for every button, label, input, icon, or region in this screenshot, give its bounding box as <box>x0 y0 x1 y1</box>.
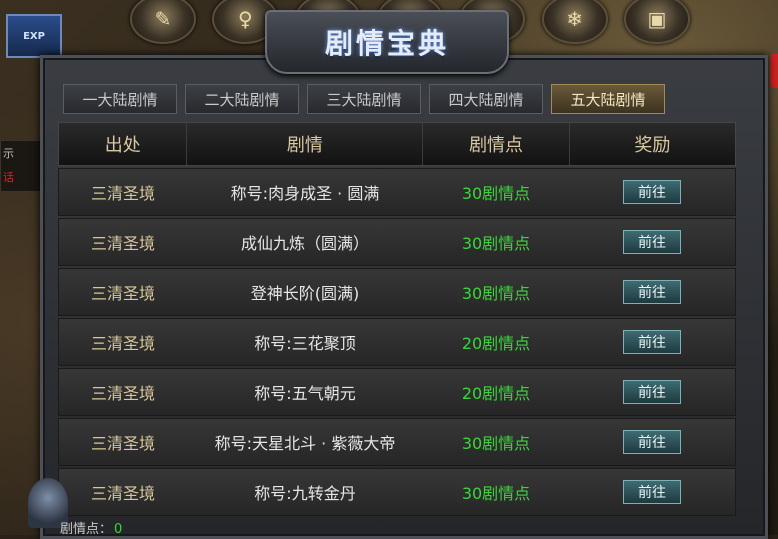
scroll-icon[interactable]: ✎ <box>130 0 196 44</box>
exp-icon[interactable]: EXP <box>6 14 62 58</box>
row-story: 称号:天星北斗 · 紫薇大帝 <box>214 434 396 453</box>
go-button[interactable]: 前往 <box>623 480 681 504</box>
go-button[interactable]: 前往 <box>623 230 681 254</box>
continent-tabs: 一大陆剧情 二大陆剧情 三大陆剧情 四大陆剧情 五大陆剧情 <box>63 84 665 114</box>
row-reward-cell: 前往 <box>569 369 735 415</box>
tab-continent-3[interactable]: 三大陆剧情 <box>307 84 421 114</box>
header-points: 剧情点 <box>423 123 570 165</box>
table-row: 三清圣境 称号:天星北斗 · 紫薇大帝 30剧情点 前往 <box>58 418 736 466</box>
tab-continent-4[interactable]: 四大陆剧情 <box>429 84 543 114</box>
go-button[interactable]: 前往 <box>623 380 681 404</box>
side-red-label: 话 <box>3 171 14 184</box>
row-reward-cell: 前往 <box>569 419 735 465</box>
table-header: 出处 剧情 剧情点 奖励 <box>58 122 736 166</box>
row-points: 20剧情点 <box>461 334 531 353</box>
table-body: 三清圣境 称号:肉身成圣 · 圆满 30剧情点 前往 三清圣境 成仙九炼（圆满） 30剧情点… <box>58 168 736 516</box>
side-label: 示 <box>3 147 14 160</box>
table-row: 三清圣境 称号:三花聚顶 20剧情点 前往 <box>58 318 736 366</box>
row-points: 30剧情点 <box>461 234 531 253</box>
row-source: 三清圣境 <box>90 234 155 253</box>
tab-continent-1[interactable]: 一大陆剧情 <box>63 84 177 114</box>
row-story: 称号:三花聚顶 <box>254 334 356 353</box>
header-story: 剧情 <box>187 123 424 165</box>
close-edge-button[interactable] <box>770 54 778 88</box>
row-source: 三清圣境 <box>90 184 155 203</box>
tab-continent-5[interactable]: 五大陆剧情 <box>551 84 665 114</box>
table-row: 三清圣境 称号:九转金丹 30剧情点 前往 <box>58 468 736 516</box>
story-table: 出处 剧情 剧情点 奖励 三清圣境 称号:肉身成圣 · 圆满 30剧情点 前往 三清圣境… <box>58 122 736 516</box>
go-button[interactable]: 前往 <box>623 280 681 304</box>
row-story: 登神长阶(圆满) <box>250 284 360 303</box>
row-source: 三清圣境 <box>90 284 155 303</box>
row-points: 30剧情点 <box>461 184 531 203</box>
treasure-chest-icon[interactable]: ▣ <box>623 0 690 44</box>
table-row: 三清圣境 称号:肉身成圣 · 圆满 30剧情点 前往 <box>58 168 736 216</box>
row-source: 三清圣境 <box>90 434 155 453</box>
panel-title-plate: 剧情宝典 <box>265 10 509 74</box>
row-source: 三清圣境 <box>90 384 155 403</box>
row-reward-cell: 前往 <box>569 169 735 215</box>
row-story: 称号:肉身成圣 · 圆满 <box>230 184 380 203</box>
table-row: 三清圣境 称号:五气朝元 20剧情点 前往 <box>58 368 736 416</box>
row-story: 称号:九转金丹 <box>254 484 356 503</box>
row-points: 30剧情点 <box>461 484 531 503</box>
row-story: 称号:五气朝元 <box>254 384 356 403</box>
row-reward-cell: 前往 <box>569 469 735 515</box>
go-button[interactable]: 前往 <box>623 180 681 204</box>
row-source: 三清圣境 <box>90 484 155 503</box>
row-reward-cell: 前往 <box>569 269 735 315</box>
go-button[interactable]: 前往 <box>623 330 681 354</box>
header-reward: 奖励 <box>634 135 671 156</box>
row-points: 20剧情点 <box>461 384 531 403</box>
crystal-icon[interactable]: ❄ <box>541 0 608 44</box>
row-source: 三清圣境 <box>90 334 155 353</box>
points-footer: 剧情点： 0 <box>60 518 122 537</box>
header-source: 出处 <box>59 123 188 165</box>
tab-continent-2[interactable]: 二大陆剧情 <box>185 84 299 114</box>
table-row: 三清圣境 成仙九炼（圆满） 30剧情点 前往 <box>58 218 736 266</box>
table-row: 三清圣境 登神长阶(圆满) 30剧情点 前往 <box>58 268 736 316</box>
panel-title: 剧情宝典 <box>324 27 449 60</box>
row-reward-cell: 前往 <box>569 219 735 265</box>
row-points: 30剧情点 <box>461 434 531 453</box>
side-chat-strip: 示 话 <box>0 140 42 192</box>
row-points: 30剧情点 <box>461 284 531 303</box>
row-story: 成仙九炼（圆满） <box>240 234 369 253</box>
row-reward-cell: 前往 <box>569 319 735 365</box>
go-button[interactable]: 前往 <box>623 430 681 454</box>
